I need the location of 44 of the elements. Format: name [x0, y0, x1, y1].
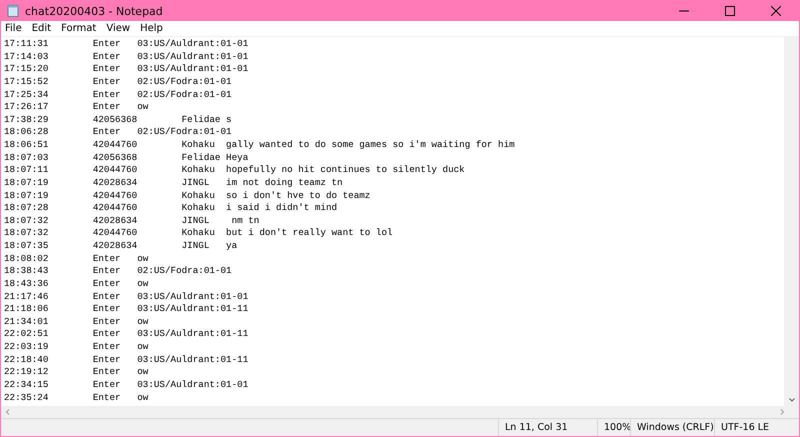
text-line: 18:07:11 42044760 Kohaku hopefully no hit continues to silently duck [4, 164, 465, 177]
text-line: 18:07:28 42044760 Kohaku i said i didn't mind [4, 202, 338, 215]
text-line: 18:07:35 42028634 JINGL ya [4, 240, 238, 253]
text-line: 22:03:19 Enter ow [4, 341, 148, 354]
text-line: 17:25:34 Enter 02:US/Fodra:01-01 [4, 88, 232, 102]
window-title: chat20200403 - Notepad [25, 4, 164, 18]
text-line: 17:14:03 Enter 03:US/Auldrant:01-01 [4, 50, 248, 64]
menu-item[interactable]: Help [135, 23, 168, 34]
menu-item[interactable]: View [101, 23, 136, 34]
text-line: 18:08:02 Enter ow [4, 252, 148, 266]
text-line: 22:35:24 Enter ow [4, 392, 148, 404]
line-ending: Windows (CRLF) [630, 419, 714, 436]
text-line: 21:18:06 Enter 03:US/Auldrant:01-11 [4, 303, 248, 316]
close-icon[interactable] [771, 6, 781, 16]
text-line: 18:06:28 Enter 02:US/Fodra:01-01 [4, 126, 232, 139]
text-line: 17:11:31 Enter 03:US/Auldrant:01-01 [4, 38, 248, 51]
maximize-icon[interactable] [725, 6, 735, 16]
text-line: 18:38:43 Enter 02:US/Fodra:01-01 [4, 265, 232, 278]
text-line: 21:34:01 Enter ow [4, 316, 148, 328]
text-line: 17:26:17 Enter ow [4, 101, 148, 114]
zoom-level: 100% [597, 419, 630, 436]
text-line: 21:17:46 Enter 03:US/Auldrant:01-01 [4, 290, 248, 304]
notepad-icon [7, 5, 19, 17]
text-line: 22:18:40 Enter 03:US/Auldrant:01-11 [4, 354, 248, 366]
text-line: 17:38:29 42056368 Felidae s [4, 114, 232, 126]
text-line: 18:07:19 42028634 JINGL im not doing teamz tn [4, 176, 343, 190]
text-line: 18:07:03 42056368 Felidae Heya [4, 152, 248, 164]
text-line: 17:15:52 Enter 02:US/Fodra:01-01 [4, 76, 232, 88]
text-line: 18:06:51 42044760 Kohaku gally wanted to do some games so i'm waiting for him [4, 139, 515, 152]
text-line: 18:07:19 42044760 Kohaku so i don't hve to do teamz [4, 190, 370, 202]
encoding: UTF-16 LE [714, 419, 799, 436]
text-line: 18:07:32 42028634 JINGL nm tn [4, 214, 260, 228]
text-line: 18:43:36 Enter ow [4, 278, 148, 290]
text-line: 17:15:20 Enter 03:US/Auldrant:01-01 [4, 63, 248, 76]
text-line: 22:19:12 Enter ow [4, 366, 148, 379]
scroll-down-icon[interactable] [788, 397, 794, 403]
vertical-scrollbar[interactable] [784, 37, 799, 406]
text-line: 22:34:15 Enter 03:US/Auldrant:01-01 [4, 378, 248, 392]
text-line: 18:07:32 42044760 Kohaku but i don't really want to lol [4, 227, 393, 240]
menu-item[interactable]: Edit [26, 23, 56, 34]
cursor-position: Ln 11, Col 31 [498, 419, 597, 436]
menu-item[interactable]: Format [56, 23, 102, 34]
menu-item[interactable]: File [1, 23, 27, 34]
text-line: 22:02:51 Enter 03:US/Auldrant:01-11 [4, 328, 248, 341]
